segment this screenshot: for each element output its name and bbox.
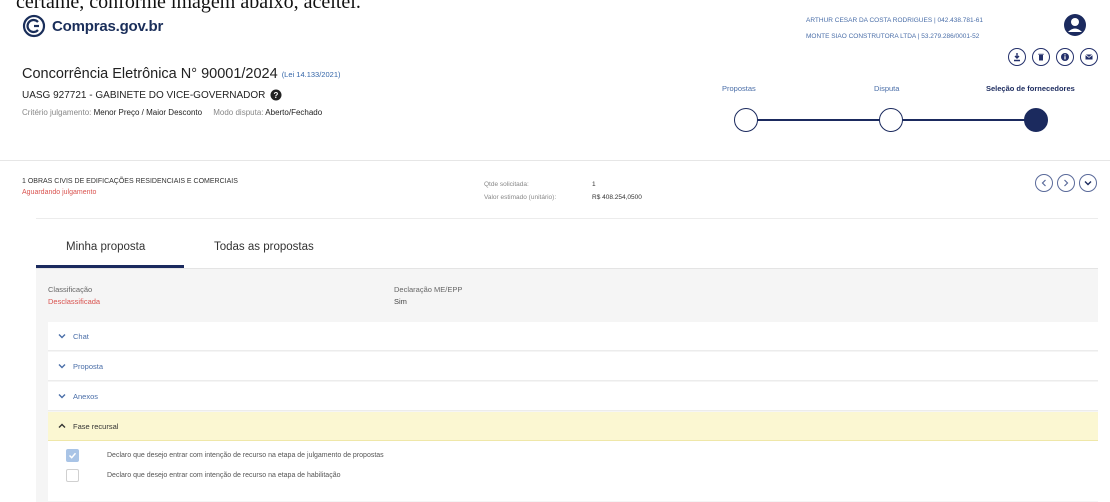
logo-text: Compras.gov.br bbox=[52, 17, 164, 35]
accordion-chat[interactable]: Chat bbox=[48, 322, 1098, 351]
page-title: Concorrência Eletrônica N° 90001/2024 (Le… bbox=[22, 66, 340, 82]
declaracao-value: Sim bbox=[394, 297, 407, 306]
recurso-habilitacao-checkbox[interactable] bbox=[66, 469, 79, 482]
classificacao-value: Desclassificada bbox=[48, 297, 101, 306]
step-dot-disputa[interactable] bbox=[879, 108, 903, 132]
chevron-down-icon bbox=[58, 334, 66, 339]
tab-todas-propostas[interactable]: Todas as propostas bbox=[214, 241, 314, 253]
company-name-cnpj: MONTE SIAO CONSTRUTORA LTDA | 53.279.286… bbox=[806, 33, 980, 40]
fase-recursal-content: Declaro que desejo entrar com intenção d… bbox=[48, 441, 1098, 501]
download-icon bbox=[1014, 53, 1020, 62]
delete-button[interactable] bbox=[1032, 48, 1050, 66]
user-account-icon[interactable] bbox=[1062, 12, 1088, 38]
proposal-tabs: Minha proposta Todas as propostas bbox=[36, 228, 1098, 268]
previous-item-button[interactable] bbox=[1035, 174, 1053, 192]
process-toolbar bbox=[1008, 48, 1098, 66]
user-name-cpf: ARTHUR CESAR DA COSTA RODRIGUES | 042.43… bbox=[806, 17, 984, 24]
chevron-down-icon bbox=[1084, 181, 1092, 186]
declaracao-label: Declaração ME/EPP bbox=[394, 285, 463, 294]
download-button[interactable] bbox=[1008, 48, 1026, 66]
uasg-line: UASG 927721 - GABINETE DO VICE-GOVERNADO… bbox=[22, 89, 340, 101]
expand-item-button[interactable] bbox=[1079, 174, 1097, 192]
step-label-disputa: Disputa bbox=[874, 84, 900, 93]
criterio-label: Critério julgamento: bbox=[22, 108, 92, 117]
item-title: 1 OBRAS CIVIS DE EDIFICAÇÕES RESIDENCIAI… bbox=[22, 178, 238, 185]
accordion-anexos[interactable]: Anexos bbox=[48, 382, 1098, 411]
chevron-up-icon bbox=[58, 423, 66, 428]
next-item-button[interactable] bbox=[1057, 174, 1075, 192]
check-icon bbox=[68, 452, 77, 459]
step-label-propostas: Propostas bbox=[722, 84, 756, 93]
item-summary: 1 OBRAS CIVIS DE EDIFICAÇÕES RESIDENCIAI… bbox=[22, 174, 1097, 201]
qty-value: 1 bbox=[592, 181, 596, 188]
message-button[interactable] bbox=[1080, 48, 1098, 66]
modo-value: Aberto/Fechado bbox=[265, 108, 323, 117]
classificacao-field: Classificação Desclassificada bbox=[48, 285, 100, 306]
svg-text:?: ? bbox=[274, 91, 279, 100]
accordion-label: Chat bbox=[73, 331, 89, 341]
divider bbox=[0, 160, 1110, 161]
recurso-julgamento-checkbox[interactable] bbox=[66, 449, 79, 462]
compras-logo[interactable]: Compras.gov.br bbox=[22, 14, 163, 38]
criteria-line: Critério julgamento: Menor Preço / Maior… bbox=[22, 108, 340, 117]
step-dot-selecao[interactable] bbox=[1024, 108, 1048, 132]
declaracao-field: Declaração ME/EPP Sim bbox=[394, 285, 462, 306]
step-dot-propostas[interactable] bbox=[734, 108, 758, 132]
tab-minha-proposta[interactable]: Minha proposta bbox=[66, 241, 145, 253]
criterio-value: Menor Preço / Maior Desconto bbox=[93, 108, 203, 117]
modo-label: Modo disputa: bbox=[213, 108, 264, 117]
accordion-label: Proposta bbox=[73, 361, 104, 371]
divider bbox=[36, 218, 1098, 219]
classificacao-label: Classificação bbox=[48, 285, 93, 294]
law-link[interactable]: (Lei 14.133/2021) bbox=[282, 70, 341, 79]
proposal-panel: Classificação Desclassificada Declaração… bbox=[36, 268, 1098, 502]
step-label-selecao: Seleção de fornecedores bbox=[986, 84, 1075, 93]
unit-value: R$ 408.254,0500 bbox=[592, 194, 642, 201]
app-header: Compras.gov.br ARTHUR CESAR DA COSTA ROD… bbox=[0, 0, 1110, 48]
info-icon bbox=[1061, 53, 1069, 61]
item-quantity-block: Qtde solicitada: 1 Valor estimado (unitár… bbox=[484, 178, 642, 204]
process-title: Concorrência Eletrônica N° 90001/2024 bbox=[22, 66, 278, 82]
accordion-proposta[interactable]: Proposta bbox=[48, 352, 1098, 381]
chevron-down-icon bbox=[58, 394, 66, 399]
recurso-habilitacao-row: Declaro que desejo entrar com intenção d… bbox=[66, 469, 340, 482]
recurso-habilitacao-label: Declaro que desejo entrar com intenção d… bbox=[107, 472, 341, 479]
qty-label: Qtde solicitada: bbox=[484, 181, 529, 188]
envelope-icon bbox=[1085, 54, 1093, 60]
trash-icon bbox=[1038, 53, 1044, 61]
recurso-julgamento-label: Declaro que desejo entrar com intenção d… bbox=[107, 452, 384, 459]
chevron-down-icon bbox=[58, 364, 66, 369]
info-button[interactable] bbox=[1056, 48, 1074, 66]
process-header: Concorrência Eletrônica N° 90001/2024 (Le… bbox=[22, 66, 340, 117]
unit-value-label: Valor estimado (unitário): bbox=[484, 194, 557, 201]
help-icon[interactable]: ? bbox=[270, 89, 282, 101]
chevron-right-icon bbox=[1064, 179, 1069, 187]
chevron-left-icon bbox=[1041, 179, 1046, 187]
accordion-label: Fase recursal bbox=[73, 421, 119, 431]
accordion-label: Anexos bbox=[73, 391, 99, 401]
recurso-julgamento-row: Declaro que desejo entrar com intenção d… bbox=[66, 449, 384, 462]
item-status: Aguardando julgamento bbox=[22, 189, 97, 196]
accordion-fase-recursal[interactable]: Fase recursal bbox=[48, 412, 1098, 441]
compras-logo-icon bbox=[22, 14, 46, 38]
process-stepper: Propostas Disputa Seleção de fornecedore… bbox=[700, 84, 1100, 144]
item-navigation bbox=[1035, 174, 1097, 192]
uasg-text: UASG 927721 - GABINETE DO VICE-GOVERNADO… bbox=[22, 89, 266, 101]
user-info: ARTHUR CESAR DA COSTA RODRIGUES | 042.43… bbox=[806, 13, 983, 45]
